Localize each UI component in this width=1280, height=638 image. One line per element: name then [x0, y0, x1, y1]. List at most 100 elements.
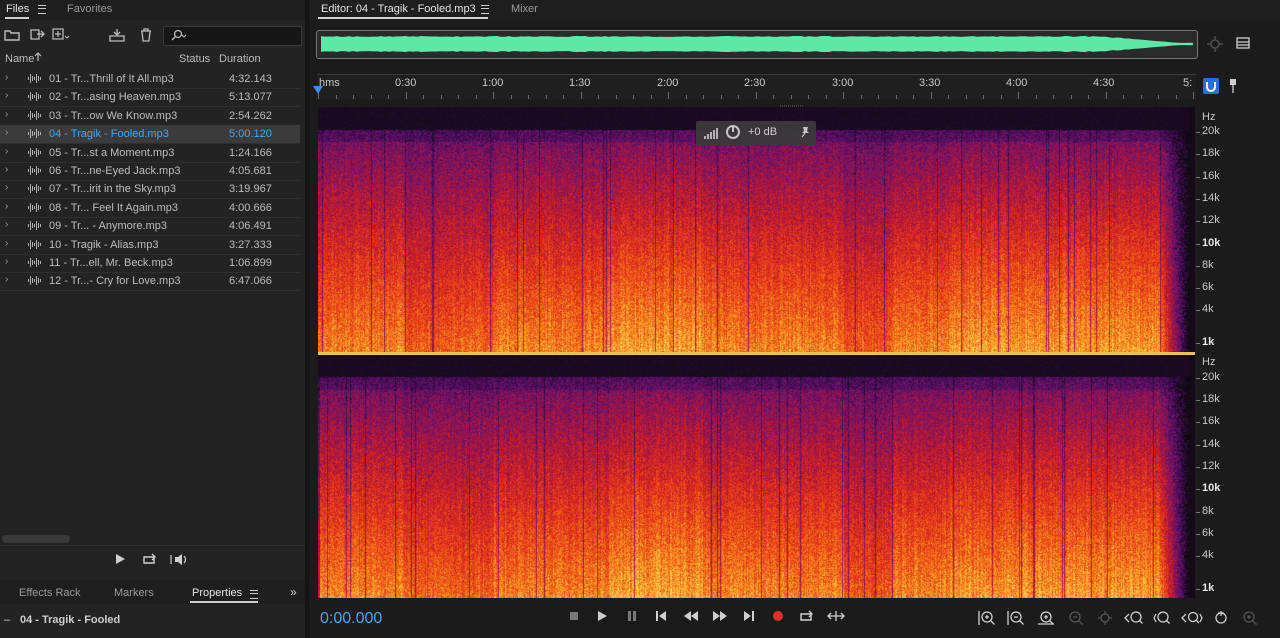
file-name: 05 - Tr...st a Moment.mp3 — [49, 147, 174, 159]
resize-grip[interactable] — [780, 101, 804, 106]
zoom-out-full-icon[interactable] — [1239, 610, 1261, 626]
expand-chevron-icon[interactable]: › — [5, 109, 8, 120]
expand-chevron-icon[interactable]: › — [5, 238, 8, 249]
file-duration: 1:06.899 — [229, 257, 272, 269]
expand-chevron-icon[interactable]: › — [5, 127, 8, 138]
zoom-in-selection-icon[interactable] — [1181, 610, 1203, 626]
expand-chevron-icon[interactable]: › — [5, 182, 8, 193]
pause-icon[interactable] — [622, 610, 642, 626]
display-options-icon[interactable] — [1236, 37, 1250, 52]
trash-icon[interactable] — [137, 28, 155, 44]
zoom-reset-icon[interactable] — [1210, 610, 1232, 626]
file-row[interactable]: › 11 - Tr...ell, Mr. Beck.mp3 1:06.899 — [0, 254, 300, 273]
play-preview-icon[interactable] — [111, 553, 129, 569]
expand-chevron-icon[interactable]: › — [5, 90, 8, 101]
file-row[interactable]: › 01 - Tr...Thrill of It All.mp3 4:32.143 — [0, 70, 300, 89]
search-input[interactable] — [163, 26, 302, 46]
timecode-display[interactable]: 0:00.000 — [320, 610, 382, 628]
column-name[interactable]: Name — [5, 53, 34, 65]
previous-icon[interactable] — [651, 610, 671, 626]
editor-menu-icon[interactable] — [481, 5, 489, 14]
expand-chevron-icon[interactable]: › — [5, 164, 8, 175]
tab-files-underline — [5, 17, 29, 19]
zoom-out-amplitude-icon[interactable] — [1005, 610, 1027, 626]
ruler-tick-mark — [493, 92, 494, 99]
next-icon[interactable] — [739, 610, 759, 626]
record-icon[interactable] — [768, 610, 788, 626]
tab-properties[interactable]: Properties — [192, 587, 242, 599]
ruler-tick-mark — [511, 95, 512, 99]
expand-chevron-icon[interactable]: › — [5, 72, 8, 83]
fast-forward-icon[interactable] — [710, 610, 730, 626]
file-row[interactable]: › 06 - Tr...ne-Eyed Jack.mp3 4:05.681 — [0, 162, 300, 181]
expand-chevron-icon[interactable]: › — [5, 219, 8, 230]
tab-favorites[interactable]: Favorites — [67, 3, 112, 15]
gain-hud[interactable]: +0 dB — [696, 121, 816, 145]
zoom-full-icon[interactable] — [1094, 610, 1116, 626]
loop-playback-icon[interactable] — [797, 610, 817, 626]
zoom-out-time-icon[interactable] — [1064, 610, 1086, 626]
file-row[interactable]: › 03 - Tr...ow We Know.mp3 2:54.262 — [0, 107, 300, 126]
file-row[interactable]: › 10 - Tragik - Alias.mp3 3:27.333 — [0, 236, 300, 255]
file-row[interactable]: › 07 - Tr...irit in the Sky.mp3 3:19.967 — [0, 180, 300, 199]
expand-chevron-icon[interactable]: › — [5, 146, 8, 157]
sort-ascending-icon[interactable] — [34, 52, 42, 65]
tab-effects-rack[interactable]: Effects Rack — [19, 587, 81, 599]
zoom-navigator-icon[interactable] — [1206, 35, 1224, 56]
hz-label: 4k — [1202, 303, 1214, 315]
gain-knob-icon[interactable] — [726, 125, 740, 139]
snap-toggle-icon[interactable] — [1203, 78, 1219, 94]
rewind-icon[interactable] — [681, 610, 701, 626]
insert-into-multitrack-icon[interactable] — [108, 28, 126, 44]
tab-editor[interactable]: Editor: 04 - Tragik - Fooled.mp3 — [321, 3, 476, 15]
zoom-in-right-icon[interactable] — [1152, 610, 1174, 626]
tab-files[interactable]: Files — [6, 3, 29, 15]
file-row[interactable]: › 05 - Tr...st a Moment.mp3 1:24.166 — [0, 144, 300, 163]
tab-markers[interactable]: Markers — [114, 587, 154, 599]
stop-icon[interactable] — [564, 610, 584, 626]
panel-splitter[interactable] — [305, 0, 309, 638]
panel-menu-icon[interactable] — [38, 5, 46, 14]
file-duration: 4:32.143 — [229, 73, 272, 85]
zoom-in-left-icon[interactable] — [1123, 610, 1145, 626]
file-row[interactable]: › 02 - Tr...asing Heaven.mp3 5:13.077 — [0, 88, 300, 107]
skip-selection-icon[interactable] — [826, 610, 846, 626]
loop-preview-icon[interactable] — [141, 553, 159, 569]
zoom-in-amplitude-icon[interactable] — [976, 610, 998, 626]
new-file-icon[interactable] — [52, 28, 70, 44]
open-folder-icon[interactable] — [3, 28, 21, 44]
play-icon[interactable] — [592, 610, 612, 626]
expand-chevron-icon[interactable]: › — [5, 256, 8, 267]
hz-label: 10k — [1202, 482, 1220, 494]
collapse-icon[interactable]: – — [4, 614, 10, 626]
tab-mixer[interactable]: Mixer — [511, 3, 538, 15]
file-row[interactable]: › 04 - Tragik - Fooled.mp3 5:00.120 — [0, 125, 300, 144]
hud-pin-icon[interactable] — [800, 126, 810, 141]
column-duration[interactable]: Duration — [219, 53, 261, 65]
file-row[interactable]: › 12 - Tr...- Cry for Love.mp3 6:47.066 — [0, 272, 300, 291]
overflow-chevron-icon[interactable]: » — [290, 585, 297, 599]
ruler-tick-label: 5: — [1183, 77, 1192, 89]
import-icon[interactable] — [28, 28, 46, 44]
playhead-marker[interactable] — [313, 86, 323, 94]
file-row[interactable]: › 09 - Tr... - Anymore.mp3 4:06.491 — [0, 217, 300, 236]
expand-chevron-icon[interactable]: › — [5, 201, 8, 212]
ruler-tick-mark — [1036, 95, 1037, 99]
zoom-in-time-icon[interactable] — [1035, 610, 1057, 626]
tab-properties-underline — [190, 601, 258, 603]
column-status[interactable]: Status — [179, 53, 210, 65]
tab-editor-underline — [318, 17, 488, 19]
file-name: 04 - Tragik - Fooled.mp3 — [49, 128, 169, 140]
file-row[interactable]: › 08 - Tr... Feel It Again.mp3 4:00.666 — [0, 199, 300, 218]
auto-play-icon[interactable] — [170, 553, 188, 569]
properties-menu-icon[interactable] — [250, 590, 258, 599]
overview-waveform[interactable] — [316, 30, 1198, 59]
ruler-tick-mark — [686, 95, 687, 99]
horizontal-scrollbar[interactable] — [2, 535, 70, 543]
pin-icon[interactable] — [1228, 78, 1238, 97]
file-duration: 1:24.166 — [229, 147, 272, 159]
expand-chevron-icon[interactable]: › — [5, 274, 8, 285]
time-ruler[interactable]: hms 0:30 1:00 1:30 2:00 2:30 3:00 3:30 4:00 4:30 5… — [317, 74, 1196, 99]
spectrogram-right-channel[interactable] — [318, 355, 1195, 598]
ruler-tick-label: 4:30 — [1093, 77, 1114, 89]
